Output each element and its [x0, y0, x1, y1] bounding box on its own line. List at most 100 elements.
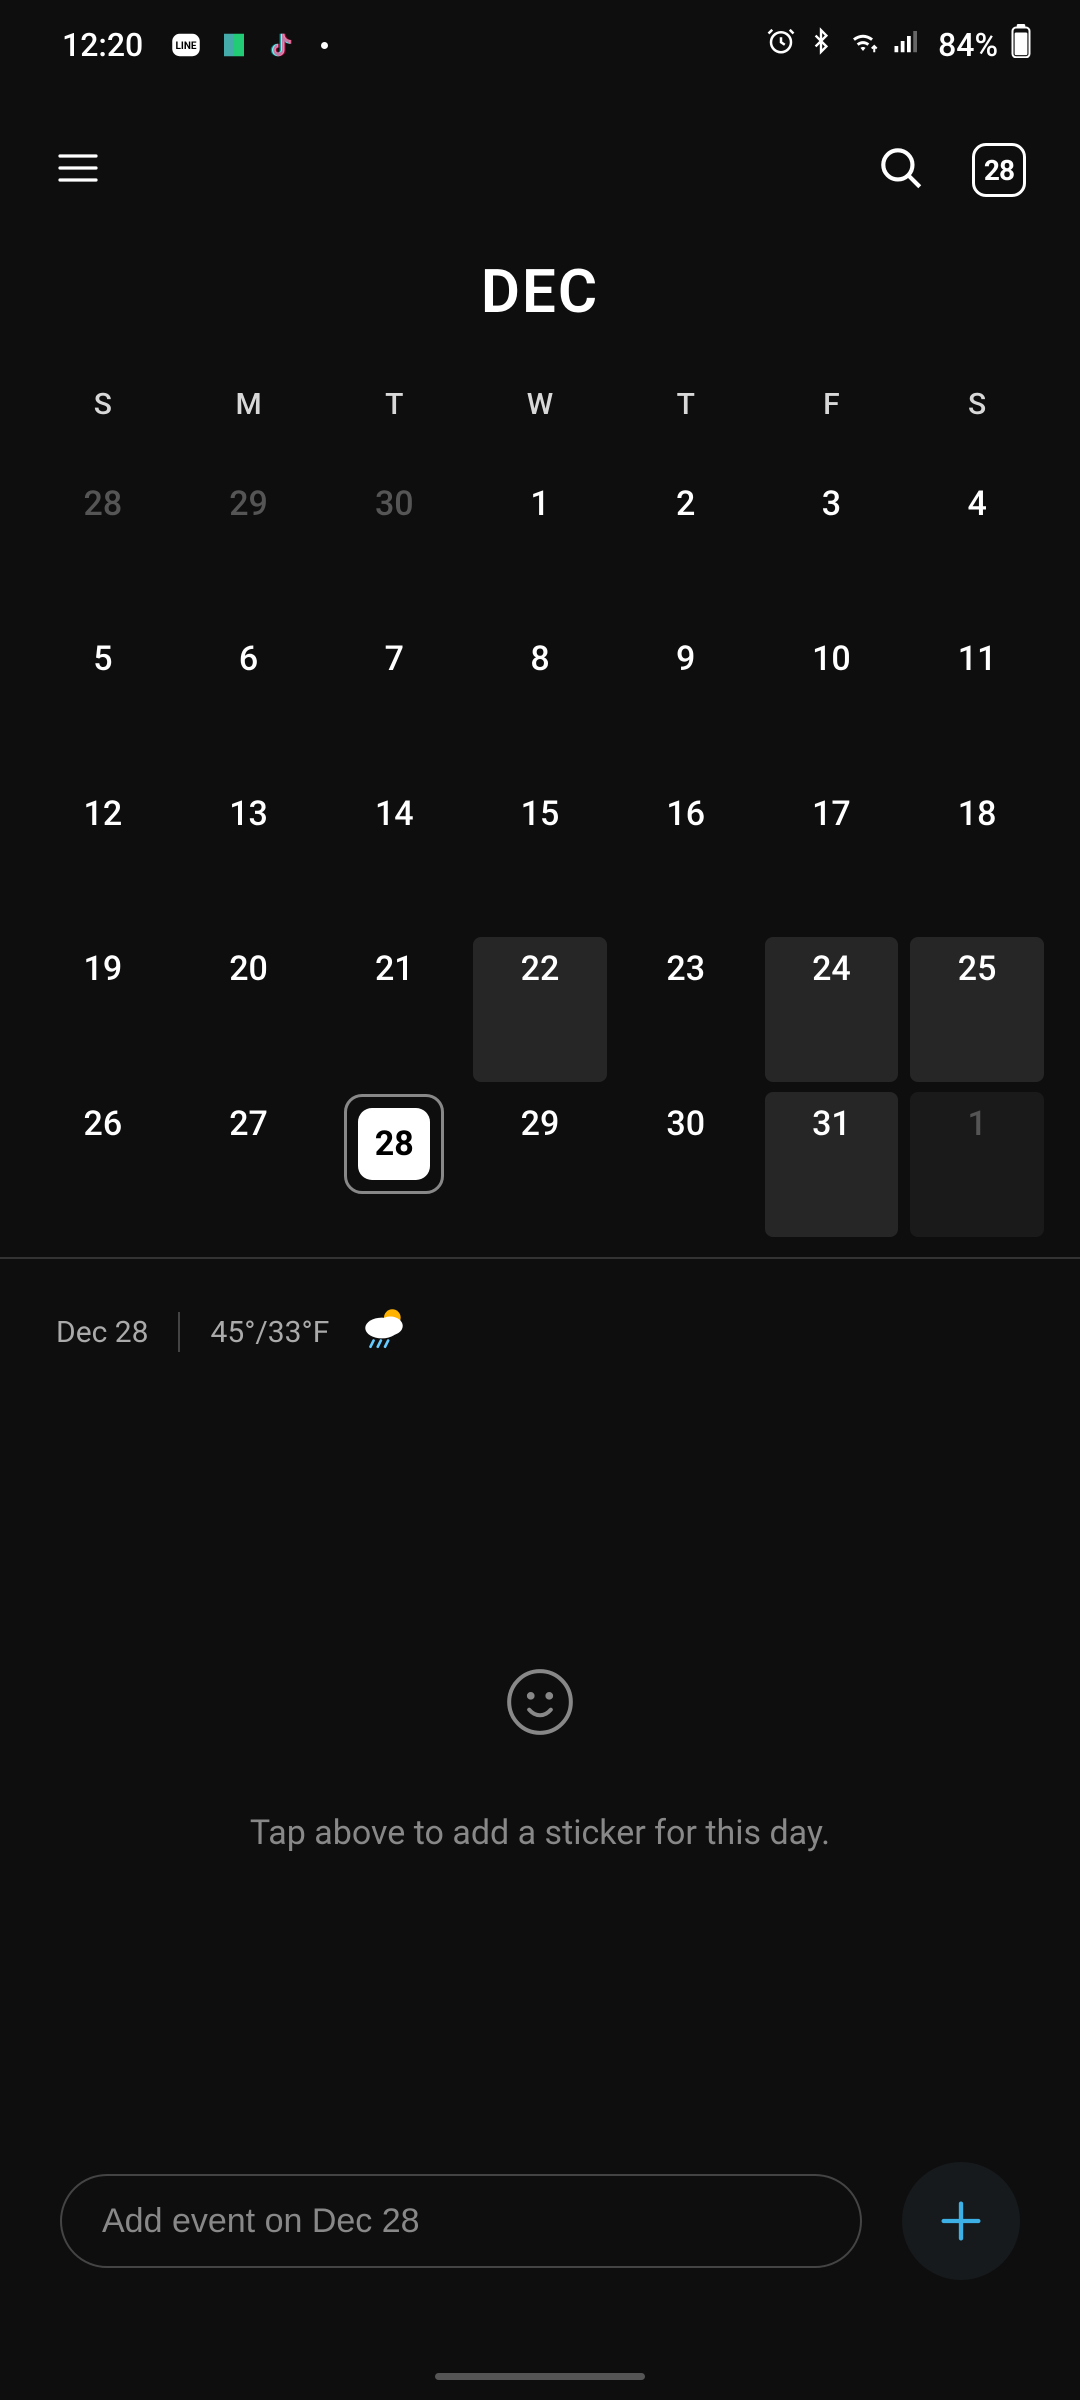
day-cell[interactable]: 19: [30, 937, 176, 1082]
today-marker: 28: [358, 1108, 430, 1180]
day-cell[interactable]: 17: [759, 782, 905, 927]
day-cell[interactable]: 28: [30, 472, 176, 617]
empty-hint: Tap above to add a sticker for this day.: [250, 1813, 830, 1853]
add-sticker-button[interactable]: [503, 1665, 577, 1743]
day-number: 31: [812, 1092, 851, 1144]
day-cell[interactable]: 22: [473, 937, 607, 1082]
battery-percent: 84%: [938, 26, 998, 64]
day-cell[interactable]: 30: [613, 1092, 759, 1237]
month-title[interactable]: DEC: [0, 230, 1080, 387]
more-notifications-dot: [321, 42, 328, 49]
day-number: 21: [375, 937, 414, 989]
day-number: 7: [385, 627, 404, 679]
week-row: 19 20 21 22 23 24 25: [30, 927, 1050, 1082]
day-cell[interactable]: 3: [759, 472, 905, 617]
day-number: 11: [958, 627, 997, 679]
search-button[interactable]: [876, 143, 926, 197]
day-cell[interactable]: 13: [176, 782, 322, 927]
day-number: 29: [521, 1092, 560, 1144]
day-cell[interactable]: 14: [321, 782, 467, 927]
weather-date: Dec 28: [56, 1315, 148, 1350]
day-cell[interactable]: 10: [759, 627, 905, 772]
day-number: 19: [84, 937, 123, 989]
add-event-fab[interactable]: [902, 2162, 1020, 2280]
day-number: 28: [84, 472, 123, 524]
day-cell[interactable]: 23: [613, 937, 759, 1082]
day-cell[interactable]: 30: [321, 472, 467, 617]
nav-handle[interactable]: [435, 2373, 645, 2380]
status-left: 12:20 LINE: [62, 26, 328, 64]
weekday-tue: T: [321, 387, 467, 462]
day-cell[interactable]: 2: [613, 472, 759, 617]
day-number: 10: [812, 627, 851, 679]
day-cell[interactable]: 21: [321, 937, 467, 1082]
day-cell[interactable]: 15: [467, 782, 613, 927]
day-number: 29: [229, 472, 268, 524]
day-number: 18: [958, 782, 997, 834]
alarm-icon: [766, 26, 796, 64]
signal-icon: [892, 26, 922, 64]
week-row: 26 27 28 29 30 31 1: [30, 1082, 1050, 1237]
today-badge-number: 28: [984, 154, 1014, 187]
weather-summary[interactable]: Dec 28 45°/33°F: [0, 1259, 1080, 1405]
day-number: 22: [521, 937, 560, 989]
day-number: 15: [521, 782, 560, 834]
status-bar: 12:20 LINE 84%: [0, 0, 1080, 90]
day-cell[interactable]: 27: [176, 1092, 322, 1237]
day-cell[interactable]: 29: [467, 1092, 613, 1237]
day-cell[interactable]: 11: [904, 627, 1050, 772]
line-app-icon: LINE: [169, 28, 203, 62]
day-number: 26: [84, 1092, 123, 1144]
day-cell[interactable]: 26: [30, 1092, 176, 1237]
day-cell[interactable]: 16: [613, 782, 759, 927]
day-cell[interactable]: 29: [176, 472, 322, 617]
empty-state: Tap above to add a sticker for this day.: [0, 1405, 1080, 1853]
status-right: 84%: [766, 24, 1032, 66]
day-cell[interactable]: 12: [30, 782, 176, 927]
day-number: 4: [967, 472, 986, 524]
day-cell[interactable]: 4: [904, 472, 1050, 617]
week-row: 5 6 7 89 10 11: [30, 617, 1050, 772]
day-number: 2: [676, 472, 695, 524]
day-number: 1: [530, 472, 549, 524]
separator: [178, 1312, 180, 1352]
day-number: 30: [666, 1092, 705, 1144]
day-cell[interactable]: 8: [467, 627, 613, 772]
day-cell[interactable]: 5: [30, 627, 176, 772]
day-cell[interactable]: 31: [765, 1092, 899, 1237]
day-cell[interactable]: 9: [613, 627, 759, 772]
day-cell[interactable]: 7: [321, 627, 467, 772]
day-number: 5: [93, 627, 112, 679]
day-cell[interactable]: 28: [321, 1092, 467, 1237]
tiktok-icon: [265, 28, 299, 62]
weather-temp: 45°/33°F: [210, 1315, 329, 1350]
add-event-input[interactable]: [60, 2174, 862, 2268]
day-number: 1: [967, 1092, 986, 1144]
battery-icon: [1010, 24, 1032, 66]
weekday-sun: S: [30, 387, 176, 462]
weekday-fri: F: [759, 387, 905, 462]
day-cell[interactable]: 18: [904, 782, 1050, 927]
day-number: 13: [229, 782, 268, 834]
calendar-grid[interactable]: S M T W T F S 28293012345678910111213141…: [0, 387, 1080, 1237]
day-number: 12: [84, 782, 123, 834]
menu-button[interactable]: [54, 144, 102, 196]
day-number: 6: [239, 627, 258, 679]
day-number: 14: [375, 782, 414, 834]
app-notification-icon: [217, 28, 251, 62]
day-cell[interactable]: 24: [765, 937, 899, 1082]
today-button[interactable]: 28: [972, 143, 1026, 197]
day-number: 25: [958, 937, 997, 989]
weekday-header: S M T W T F S: [30, 387, 1050, 462]
weekday-thu: T: [613, 387, 759, 462]
day-number: 24: [812, 937, 851, 989]
day-cell[interactable]: 25: [910, 937, 1044, 1082]
weekday-sat: S: [904, 387, 1050, 462]
svg-text:LINE: LINE: [176, 41, 197, 52]
weekday-mon: M: [176, 387, 322, 462]
day-number: 3: [822, 472, 841, 524]
day-cell[interactable]: 1: [910, 1092, 1044, 1237]
day-cell[interactable]: 1: [467, 472, 613, 617]
day-cell[interactable]: 20: [176, 937, 322, 1082]
day-cell[interactable]: 6: [176, 627, 322, 772]
